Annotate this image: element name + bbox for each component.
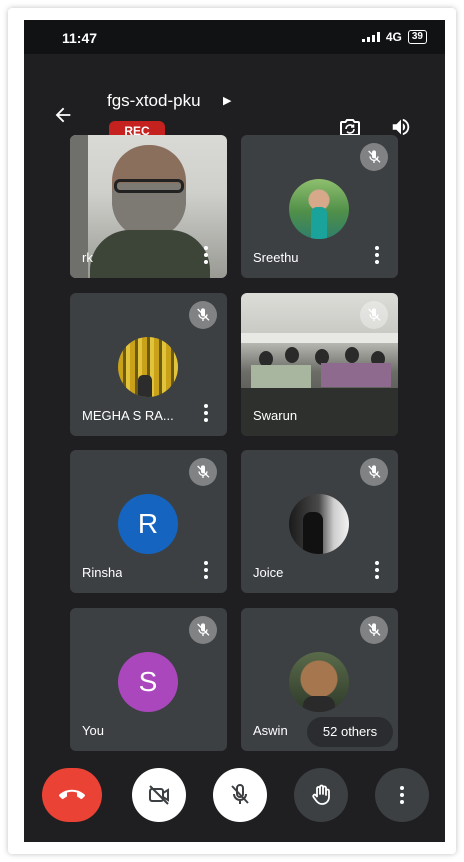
end-call-button[interactable]	[42, 768, 102, 822]
participant-name: MEGHA S RA...	[82, 408, 174, 423]
mic-off-icon	[360, 616, 388, 644]
raise-hand-icon	[312, 784, 330, 805]
more-vert-icon	[399, 786, 405, 804]
raise-hand-button[interactable]	[294, 768, 348, 822]
camera-toggle-button[interactable]	[132, 768, 186, 822]
participant-tile[interactable]: Joice	[241, 450, 398, 593]
participant-tile[interactable]: rk	[70, 135, 227, 278]
more-vert-icon[interactable]	[203, 561, 209, 579]
network-label: 4G	[385, 30, 402, 44]
status-bar: 11:47 4G 39	[24, 20, 445, 54]
participant-tile[interactable]: R Rinsha	[70, 450, 227, 593]
participant-avatar	[289, 179, 349, 239]
mic-off-icon	[360, 458, 388, 486]
status-indicators: 4G 39	[361, 30, 427, 44]
camera-off-icon	[149, 785, 169, 805]
call-controls	[24, 768, 445, 828]
end-call-icon	[59, 789, 85, 800]
mic-toggle-button[interactable]	[213, 768, 267, 822]
participant-name: Swarun	[253, 408, 298, 423]
more-options-button[interactable]	[375, 768, 429, 822]
participant-tile[interactable]: MEGHA S RA...	[70, 293, 227, 436]
participant-tile[interactable]: Swarun	[241, 293, 398, 436]
more-vert-icon[interactable]	[374, 246, 380, 264]
meeting-header: fgs-xtod-pku ▶ REC	[24, 54, 445, 144]
participant-name: Aswin	[253, 723, 288, 738]
participant-name: rk	[82, 250, 93, 265]
signal-icon	[361, 32, 380, 42]
more-vert-icon[interactable]	[374, 561, 380, 579]
participant-name: Joice	[253, 565, 284, 580]
mic-off-icon	[360, 301, 388, 329]
participant-avatar: S	[118, 652, 178, 712]
mic-off-icon	[231, 784, 249, 804]
back-arrow-icon[interactable]	[52, 104, 74, 126]
participant-name: You	[82, 723, 104, 738]
participant-avatar	[289, 494, 349, 554]
caret-right-icon[interactable]: ▶	[223, 94, 231, 107]
meeting-title[interactable]: fgs-xtod-pku	[107, 91, 201, 111]
others-count-button[interactable]: 52 others	[307, 717, 393, 747]
mic-off-icon	[189, 301, 217, 329]
more-vert-icon[interactable]	[203, 404, 209, 422]
participant-avatar	[289, 652, 349, 712]
participant-avatar	[118, 337, 178, 397]
mic-off-icon	[360, 143, 388, 171]
mic-off-icon	[189, 458, 217, 486]
participant-name: Sreethu	[253, 250, 299, 265]
participant-avatar: R	[118, 494, 178, 554]
phone-screen: 11:47 4G 39 fgs-xtod-pku ▶ REC rk Sreeth…	[24, 20, 445, 842]
participant-name: Rinsha	[82, 565, 123, 580]
participant-tile[interactable]: Sreethu	[241, 135, 398, 278]
battery-icon: 39	[407, 30, 427, 44]
participant-tile[interactable]: S You	[70, 608, 227, 751]
status-time: 11:47	[62, 30, 98, 46]
more-vert-icon[interactable]	[203, 246, 209, 264]
mic-off-icon	[189, 616, 217, 644]
